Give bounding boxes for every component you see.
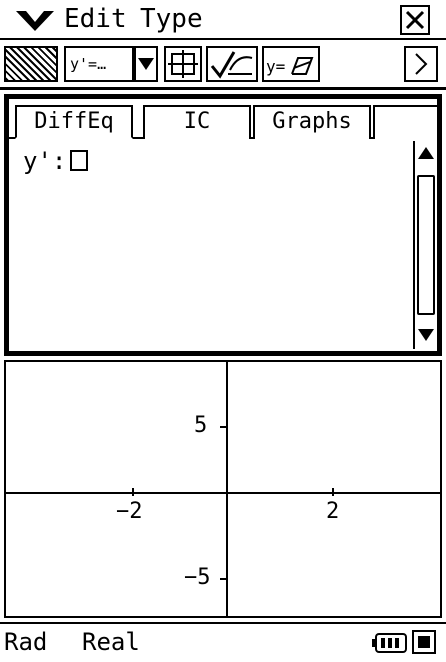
svg-text:y=: y= [266, 57, 285, 76]
status-bar: Rad Real [0, 622, 446, 662]
menu-chevron-icon[interactable] [16, 9, 54, 31]
number-mode[interactable]: Real [82, 628, 140, 656]
type-menu[interactable]: Type [140, 4, 203, 34]
x-tick-label: 2 [326, 499, 340, 524]
zoom-box-button[interactable] [164, 46, 202, 82]
scrollbar-thumb[interactable] [417, 175, 435, 315]
y-tick-label: −5 [184, 565, 211, 590]
x-tick-label: −2 [116, 499, 143, 524]
close-button[interactable] [400, 5, 430, 35]
tab-ic[interactable]: IC [143, 105, 251, 139]
grid-icon[interactable] [4, 46, 58, 82]
x-tick [132, 488, 134, 496]
differential-equation-editor: DiffEq IC Graphs y': [4, 94, 442, 356]
y-tick [220, 578, 228, 580]
edit-menu[interactable]: Edit [64, 4, 127, 34]
angle-mode[interactable]: Rad [4, 628, 47, 656]
equation-label: y': [23, 147, 67, 175]
stop-icon[interactable] [412, 630, 436, 654]
toolbar-scroll-right-button[interactable] [404, 46, 438, 82]
equation-line[interactable]: y': [23, 147, 89, 175]
scroll-up-icon[interactable] [415, 141, 437, 167]
vertical-scrollbar[interactable] [413, 141, 437, 349]
tab-diffeq[interactable]: DiffEq [15, 105, 133, 139]
x-axis [6, 492, 440, 494]
toolbar: y'=… y= [0, 40, 446, 90]
y-tick-label: 5 [194, 413, 208, 438]
equation-type-select[interactable]: y'=… [64, 46, 134, 82]
equation-input-box[interactable] [70, 150, 89, 171]
equation-type-value: y'=… [70, 55, 107, 73]
x-tick [332, 488, 334, 496]
menu-bar: Edit Type [0, 0, 446, 40]
graph-editor-button[interactable]: y= [262, 46, 320, 82]
graph-window[interactable]: 5 −5 −2 2 [4, 360, 442, 618]
close-icon [405, 10, 425, 30]
solve-button[interactable] [206, 46, 258, 82]
tab-empty [373, 105, 437, 139]
y-equals-graph-icon: y= [266, 57, 314, 76]
y-tick [220, 426, 228, 428]
chevron-down-icon [138, 58, 154, 70]
dropdown-arrow-button[interactable] [134, 46, 158, 82]
scroll-down-icon[interactable] [415, 321, 437, 347]
toolbar-empty-slot [324, 46, 400, 82]
tab-graphs[interactable]: Graphs [253, 105, 371, 139]
check-graph-icon [210, 51, 253, 79]
zoom-box-icon [168, 50, 198, 78]
chevron-right-icon [415, 53, 428, 75]
